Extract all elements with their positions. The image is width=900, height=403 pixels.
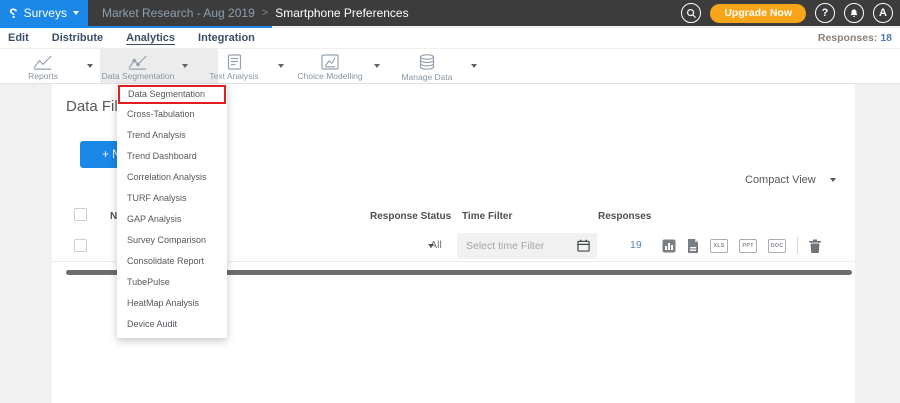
responses-count: 18 — [880, 32, 892, 44]
toolbar-choice-modelling-button[interactable]: Choice Modelling — [292, 49, 392, 83]
breadcrumb: Market Research - Aug 2019 > Smartphone … — [102, 6, 409, 20]
breadcrumb-separator: > — [262, 7, 268, 19]
time-filter-input[interactable] — [457, 233, 597, 259]
topbar-actions: Upgrade Now ? A — [681, 3, 900, 23]
column-header-time-filter: Time Filter — [462, 211, 512, 222]
toolbar-manage-data-button[interactable]: Manage Data — [389, 49, 489, 83]
breadcrumb-survey-name[interactable]: Market Research - Aug 2019 — [102, 6, 255, 20]
data-segmentation-menu: Data Segmentation Cross-Tabulation Trend… — [117, 84, 227, 338]
toolbar-button-label: Reports — [28, 71, 58, 81]
app-window: ? Surveys Market Research - Aug 2019 > S… — [0, 0, 900, 403]
dashboard-report-icon[interactable] — [662, 239, 676, 253]
row-actions: XLS PPT DOC — [662, 237, 821, 254]
compact-view-label: Compact View — [745, 174, 816, 186]
document-export-icon[interactable] — [687, 239, 699, 253]
menu-item-trend-dashboard[interactable]: Trend Dashboard — [117, 146, 227, 167]
breadcrumb-current-page: Smartphone Preferences — [275, 6, 408, 20]
menu-item-correlation-analysis[interactable]: Correlation Analysis — [117, 167, 227, 188]
analytics-toolbar: Reports Data Segmentation Text Analysis — [0, 48, 900, 84]
chevron-down-icon — [428, 244, 434, 248]
menu-item-turf-analysis[interactable]: TURF Analysis — [117, 188, 227, 209]
menu-item-trend-analysis[interactable]: Trend Analysis — [117, 125, 227, 146]
nav-item-analytics[interactable]: Analytics — [126, 32, 175, 44]
menu-item-survey-comparison[interactable]: Survey Comparison — [117, 230, 227, 251]
menu-item-consolidate-report[interactable]: Consolidate Report — [117, 251, 227, 272]
row-checkbox[interactable] — [74, 239, 87, 252]
responses-counter[interactable]: Responses: 18 — [818, 32, 892, 44]
topbar: ? Surveys Market Research - Aug 2019 > S… — [0, 0, 900, 26]
questionpro-logo-icon: ? — [9, 5, 18, 21]
responses-label: Responses: — [818, 32, 878, 44]
notifications-bell-icon[interactable] — [844, 3, 864, 23]
select-all-checkbox[interactable] — [74, 208, 87, 221]
menu-item-tubepulse[interactable]: TubePulse — [117, 272, 227, 293]
choice-chart-icon — [321, 54, 339, 70]
nav-item-edit[interactable]: Edit — [8, 32, 29, 44]
menu-item-device-audit[interactable]: Device Audit — [117, 314, 227, 335]
database-icon — [419, 54, 435, 71]
account-avatar[interactable]: A — [873, 3, 893, 23]
toolbar-button-label: Choice Modelling — [297, 71, 362, 81]
time-filter-field — [457, 233, 597, 259]
menu-item-heatmap-analysis[interactable]: HeatMap Analysis — [117, 293, 227, 314]
chevron-down-icon — [830, 178, 836, 182]
nav-item-distribute[interactable]: Distribute — [52, 32, 103, 44]
menu-item-gap-analysis[interactable]: GAP Analysis — [117, 209, 227, 230]
chevron-down-icon — [182, 64, 188, 68]
search-icon[interactable] — [681, 3, 701, 23]
toolbar-button-label: Text Analysis — [209, 71, 258, 81]
actions-divider — [797, 237, 798, 254]
menu-item-cross-tabulation[interactable]: Cross-Tabulation — [117, 104, 227, 125]
help-icon[interactable]: ? — [815, 3, 835, 23]
row-responses-count: 19 — [630, 239, 642, 251]
nav-item-integration[interactable]: Integration — [198, 32, 255, 44]
survey-nav: Edit Distribute Analytics Integration Re… — [0, 28, 900, 48]
surveys-menu-button[interactable]: ? Surveys — [0, 0, 88, 26]
export-xls-icon[interactable]: XLS — [710, 239, 728, 253]
calendar-icon[interactable] — [577, 239, 590, 257]
column-header-responses: Responses — [598, 211, 651, 222]
delete-trash-icon[interactable] — [809, 239, 821, 253]
menu-item-data-segmentation[interactable]: Data Segmentation — [118, 85, 226, 104]
toolbar-button-label: Data Segmentation — [102, 71, 175, 81]
chevron-down-icon — [73, 11, 79, 15]
export-doc-icon[interactable]: DOC — [768, 239, 786, 253]
chevron-down-icon — [471, 64, 477, 68]
document-lines-icon — [227, 54, 242, 70]
compact-view-dropdown[interactable]: Compact View — [745, 174, 836, 186]
toolbar-text-analysis-button[interactable]: Text Analysis — [196, 49, 296, 83]
toolbar-button-label: Manage Data — [401, 72, 452, 82]
chevron-down-icon — [278, 64, 284, 68]
segmentation-chart-icon — [128, 55, 148, 70]
surveys-label: Surveys — [24, 6, 67, 20]
line-chart-icon — [33, 55, 53, 70]
chevron-down-icon — [374, 64, 380, 68]
column-header-response-status: Response Status — [370, 211, 451, 222]
chevron-down-icon — [87, 64, 93, 68]
export-ppt-icon[interactable]: PPT — [739, 239, 757, 253]
upgrade-now-button[interactable]: Upgrade Now — [710, 4, 806, 23]
toolbar-reports-button[interactable]: Reports — [5, 49, 105, 83]
